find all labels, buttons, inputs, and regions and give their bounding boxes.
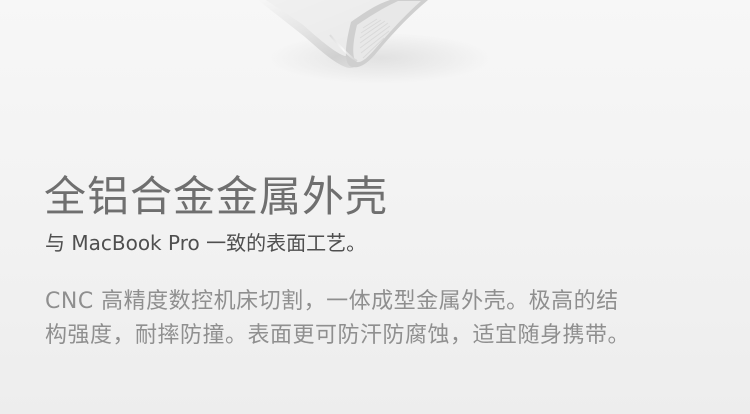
feature-panel: 全铝合金金属外壳 与 MacBook Pro 一致的表面工艺。 CNC 高精度数…	[0, 0, 750, 414]
feature-description: CNC 高精度数控机床切割，一体成型金属外壳。极高的结 构强度，耐摔防撞。表面更…	[45, 285, 695, 353]
feature-subtitle: 与 MacBook Pro 一致的表面工艺。	[45, 231, 367, 255]
feature-title: 全铝合金金属外壳	[44, 172, 389, 221]
description-line-2: 构强度，耐摔防撞。表面更可防汗防腐蚀，适宜随身携带。	[45, 323, 631, 348]
description-line-1: CNC 高精度数控机床切割，一体成型金属外壳。极高的结	[45, 289, 619, 314]
